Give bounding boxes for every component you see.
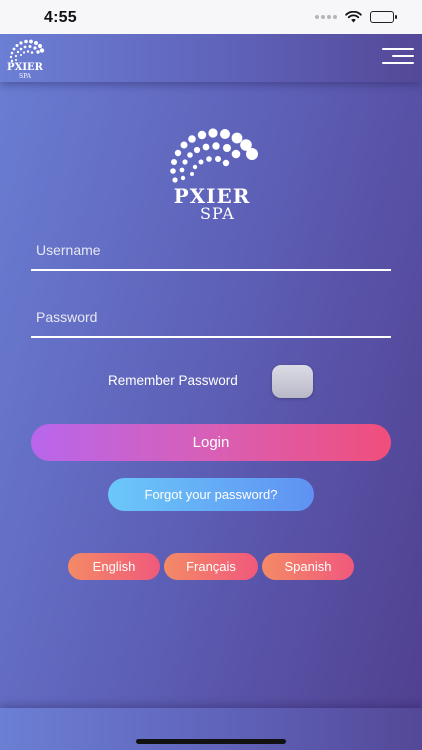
header-logo: PXIER SPA <box>3 36 47 80</box>
signal-dots-icon <box>315 15 337 19</box>
username-field <box>31 231 391 271</box>
header-logo-title: PXIER <box>7 62 43 73</box>
status-bar: 4:55 <box>0 0 422 34</box>
top-bar: PXIER SPA <box>0 34 422 82</box>
app-screen: PXIER SPA PXIER SPA Username Remember Pa… <box>0 34 422 750</box>
language-spanish-button[interactable]: Spanish <box>262 553 354 580</box>
home-indicator[interactable] <box>136 739 286 744</box>
spa-logo-icon <box>9 39 45 63</box>
language-french-button[interactable]: Français <box>164 553 258 580</box>
password-field <box>31 298 391 338</box>
header-logo-subtitle: SPA <box>19 73 31 80</box>
password-input[interactable] <box>31 298 391 336</box>
login-button[interactable]: Login <box>31 424 391 461</box>
status-icons <box>315 11 397 23</box>
hamburger-menu-icon[interactable] <box>382 46 414 66</box>
remember-password-toggle[interactable] <box>272 365 313 398</box>
forgot-password-button[interactable]: Forgot your password? <box>108 478 314 511</box>
wifi-icon <box>345 11 362 23</box>
battery-icon <box>370 11 397 23</box>
brand-logo: PXIER SPA <box>160 126 264 230</box>
status-time: 4:55 <box>44 9 77 26</box>
spa-logo-icon <box>170 128 258 183</box>
language-english-button[interactable]: English <box>68 553 160 580</box>
remember-password-label: Remember Password <box>108 373 238 388</box>
username-input[interactable] <box>31 231 391 269</box>
brand-subtitle: SPA <box>200 204 235 223</box>
